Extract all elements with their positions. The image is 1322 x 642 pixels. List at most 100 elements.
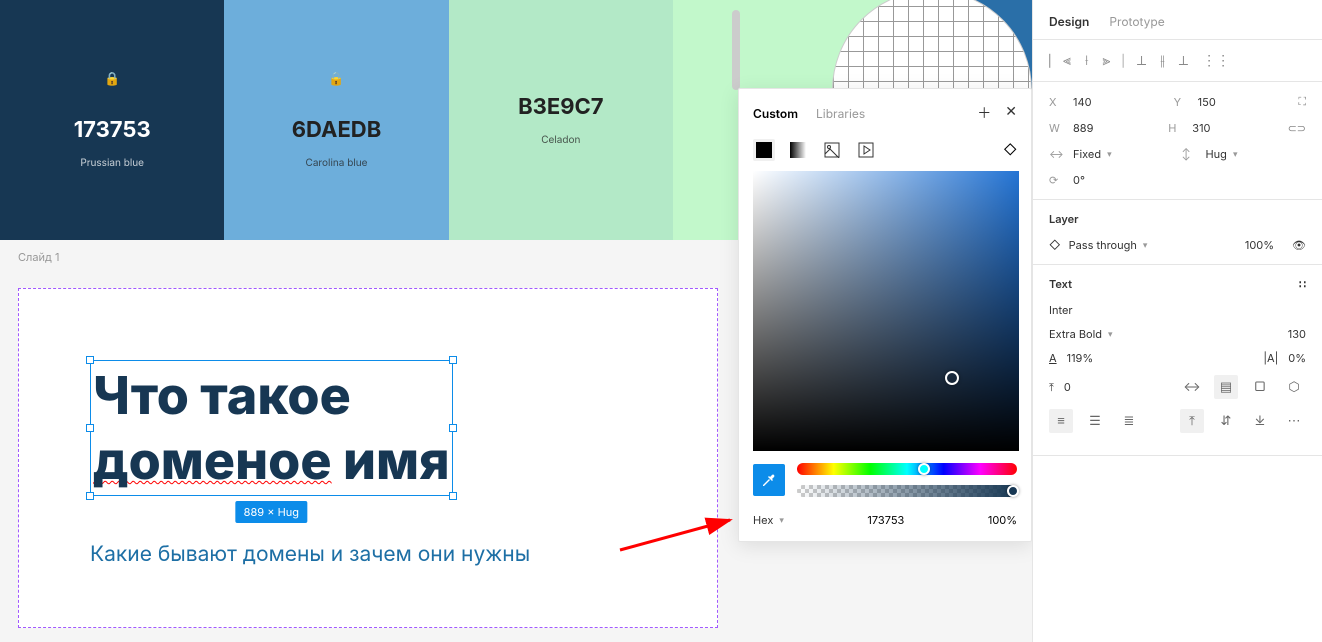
font-size-input[interactable]: 130 xyxy=(1288,327,1306,341)
picker-controls xyxy=(739,451,1031,509)
swatch-carolina-blue[interactable]: 🔒 6DAEDB Carolina blue xyxy=(224,0,448,240)
text-truncate-icon[interactable]: ⬡ xyxy=(1282,375,1306,399)
align-left-icon[interactable]: ⎸⫷ xyxy=(1049,52,1071,69)
swatch-name: Carolina blue xyxy=(306,157,368,169)
h-input[interactable]: 310 xyxy=(1192,121,1279,135)
absolute-position-icon[interactable]: ⛶ xyxy=(1298,94,1306,109)
color-cursor[interactable] xyxy=(945,371,959,385)
text-valign-top-icon[interactable]: ⤒ xyxy=(1180,409,1204,433)
selected-text-box[interactable]: Что такоедоменое имя 889 × Hug xyxy=(90,360,453,496)
sidebar-tabs: Design Prototype xyxy=(1033,0,1322,40)
swatch-celadon[interactable]: B3E9C7 Celadon xyxy=(449,0,673,240)
slider-handle[interactable] xyxy=(918,463,930,475)
sizing-y-select[interactable]: Hug xyxy=(1206,147,1307,161)
color-area[interactable] xyxy=(753,171,1019,451)
text-align-center-icon[interactable]: ☰ xyxy=(1083,409,1107,433)
distribute-icon[interactable]: ⋮⋮ xyxy=(1202,52,1230,69)
size-badge: 889 × Hug xyxy=(236,501,307,523)
resize-v-icon: ↕ xyxy=(1182,147,1198,161)
picker-header: Custom Libraries ＋ ✕ xyxy=(739,89,1031,135)
text-valign-middle-icon[interactable]: ⇵ xyxy=(1214,409,1238,433)
text-auto-height-icon[interactable]: ▤ xyxy=(1214,375,1238,399)
x-input[interactable]: 140 xyxy=(1073,95,1166,109)
text-title: Text xyxy=(1049,277,1072,291)
scrollbar[interactable] xyxy=(732,10,740,90)
letter-spacing-icon: |A| xyxy=(1263,351,1278,365)
layer-title: Layer xyxy=(1049,212,1306,226)
w-label: W xyxy=(1049,121,1065,135)
mode-image-icon[interactable] xyxy=(821,139,843,161)
letter-spacing-input[interactable]: 0% xyxy=(1288,351,1306,365)
subtitle-text[interactable]: Какие бывают домены и зачем они нужны xyxy=(90,540,530,569)
h-label: H xyxy=(1168,121,1184,135)
title-text[interactable]: Что такоедоменое имя xyxy=(93,363,450,493)
color-picker-panel[interactable]: Custom Libraries ＋ ✕ ◇ xyxy=(738,88,1032,542)
alpha-slider[interactable] xyxy=(797,485,1017,497)
y-input[interactable]: 150 xyxy=(1198,95,1291,109)
slider-handle[interactable] xyxy=(1007,485,1019,497)
tab-design[interactable]: Design xyxy=(1049,14,1089,29)
picker-tab-libraries[interactable]: Libraries xyxy=(816,106,865,121)
mode-gradient-icon[interactable] xyxy=(787,139,809,161)
align-right-icon[interactable]: ⫸⎹ xyxy=(1103,52,1123,69)
design-sidebar: Design Prototype ⎸⫷ ⟊ ⫸⎹ ⟂ ⫲ ⟂ ⋮⋮ X 140 … xyxy=(1032,0,1322,642)
font-weight-select[interactable]: Extra Bold xyxy=(1049,327,1113,341)
mode-solid-icon[interactable] xyxy=(753,139,775,161)
align-vcenter-icon[interactable]: ⫲ xyxy=(1160,52,1165,69)
constrain-icon[interactable]: ⊂⊃ xyxy=(1288,121,1306,135)
text-fixed-icon[interactable]: ▢ xyxy=(1248,375,1272,399)
resize-h-icon: ↔ xyxy=(1049,147,1065,161)
align-hcenter-icon[interactable]: ⟊ xyxy=(1085,52,1089,69)
picker-tab-custom[interactable]: Custom xyxy=(753,106,798,121)
y-label: Y xyxy=(1174,95,1190,109)
color-opacity-input[interactable]: 100% xyxy=(988,513,1017,527)
color-format-select[interactable]: Hex xyxy=(753,513,784,527)
paragraph-spacing-icon: ⤒ xyxy=(1049,380,1054,395)
sizing-x-select[interactable]: Fixed xyxy=(1073,147,1174,161)
layer-opacity-input[interactable]: 100% xyxy=(1245,238,1274,252)
tab-prototype[interactable]: Prototype xyxy=(1109,14,1164,29)
text-more-icon[interactable]: ⋯ xyxy=(1282,409,1306,433)
align-top-icon[interactable]: ⟂ xyxy=(1137,52,1146,69)
w-input[interactable]: 889 xyxy=(1073,121,1160,135)
text-align-right-icon[interactable]: ≣ xyxy=(1117,409,1141,433)
layer-section: Layer ◇ Pass through 100% 👁 xyxy=(1033,200,1322,265)
align-bottom-icon[interactable]: ⟂ xyxy=(1179,52,1188,69)
rotation-input[interactable]: 0° xyxy=(1073,173,1306,187)
eyedropper-button[interactable] xyxy=(753,464,785,496)
swatch-hex: 173753 xyxy=(74,117,151,143)
line-height-input[interactable]: 119% xyxy=(1067,351,1094,365)
rotation-icon: ⟳ xyxy=(1049,173,1065,187)
swatch-name: Prussian blue xyxy=(80,157,144,169)
align-row: ⎸⫷ ⟊ ⫸⎹ ⟂ ⫲ ⟂ ⋮⋮ xyxy=(1033,40,1322,82)
x-label: X xyxy=(1049,95,1065,109)
blend-icon[interactable]: ◇ xyxy=(1003,142,1017,158)
geometry-props: X 140 Y 150 ⛶ W 889 H 310 ⊂⊃ ↔ Fixed ↕ H… xyxy=(1033,82,1322,200)
color-hex-input[interactable]: 173753 xyxy=(867,513,904,527)
swatch-hex: B3E9C7 xyxy=(518,94,603,120)
visibility-icon[interactable]: 👁 xyxy=(1292,238,1306,252)
lock-icon: 🔒 xyxy=(104,71,120,87)
text-styles-icon[interactable]: ∷ xyxy=(1299,277,1306,291)
mode-video-icon[interactable] xyxy=(855,139,877,161)
paragraph-spacing-input[interactable]: 0 xyxy=(1064,380,1071,394)
text-auto-width-icon[interactable]: ↔ xyxy=(1180,375,1204,399)
swatch-prussian-blue[interactable]: 🔒 173753 Prussian blue xyxy=(0,0,224,240)
font-family-select[interactable]: Inter xyxy=(1049,303,1073,317)
line-height-icon: A xyxy=(1049,351,1057,365)
resize-handle[interactable] xyxy=(86,492,94,500)
close-icon[interactable]: ✕ xyxy=(1005,103,1017,123)
blend-mode-select[interactable]: Pass through xyxy=(1069,238,1148,252)
text-valign-bottom-icon[interactable]: ⤓ xyxy=(1248,409,1272,433)
blend-icon[interactable]: ◇ xyxy=(1049,238,1061,252)
resize-handle[interactable] xyxy=(449,356,457,364)
swatch-hex: 6DAEDB xyxy=(292,117,381,143)
lock-icon: 🔒 xyxy=(328,71,344,87)
resize-handle[interactable] xyxy=(449,492,457,500)
text-align-left-icon[interactable]: ≡ xyxy=(1049,409,1073,433)
add-style-icon[interactable]: ＋ xyxy=(977,103,991,123)
text-section: Text ∷ Inter Extra Bold 130 A 119% |A| 0… xyxy=(1033,265,1322,456)
canvas[interactable]: 🔒 173753 Prussian blue 🔒 6DAEDB Carolina… xyxy=(0,0,1032,642)
hue-slider[interactable] xyxy=(797,463,1017,475)
resize-handle[interactable] xyxy=(86,356,94,364)
